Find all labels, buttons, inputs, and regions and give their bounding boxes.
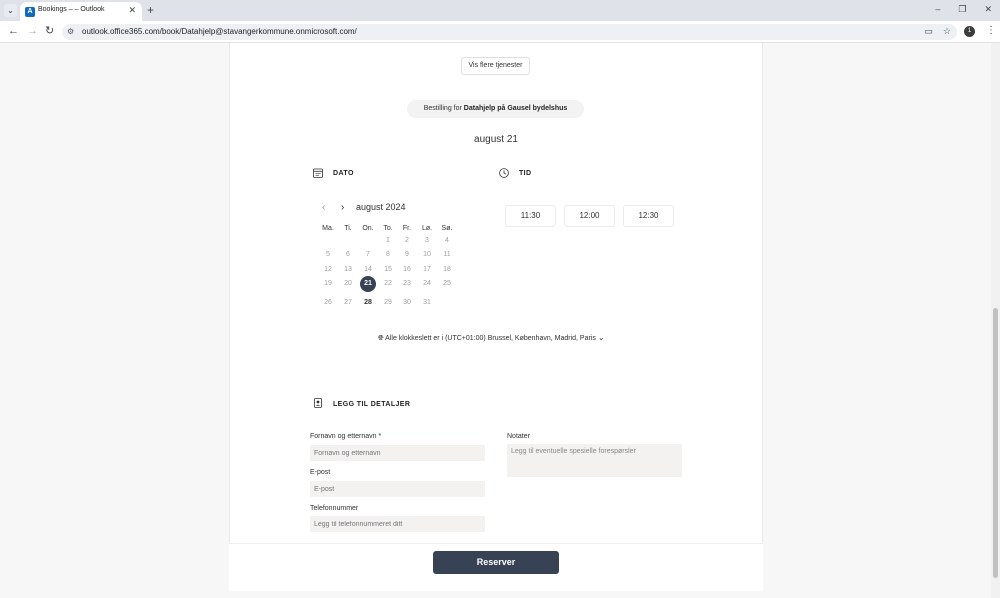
calendar-day: 22 [384,280,392,287]
browser-tab[interactable]: A Bookings – – Outlook ✕ [20,2,142,21]
weekday-label: Sø. [441,225,453,232]
profile-avatar[interactable]: 1 [964,26,975,37]
calendar-day: 9 [405,251,409,258]
close-window-icon[interactable]: ✕ [984,4,992,15]
notes-label: Notater [507,433,530,440]
chevron-down-icon: ⌄ [597,333,605,342]
calendar-day: 26 [324,299,332,306]
browser-toolbar: ← → ↻ ⚙ outlook.office365.com/book/Datah… [0,21,1000,43]
reserve-button[interactable]: Reserver [433,551,559,574]
calendar-day: 5 [326,251,330,258]
timezone-value: (UTC+01:00) Brussel, København, Madrid, … [445,335,596,342]
timezone-prefix: Alle klokkeslett er i [385,335,444,342]
calendar-day[interactable]: 28 [360,295,376,311]
calendar-day: 31 [423,299,431,306]
globe-icon: 🌐︎ [378,335,384,342]
calendar-day: 25 [443,280,451,287]
booking-for-prefix: Bestilling for [423,105,462,112]
tab-close-icon[interactable]: ✕ [128,5,136,16]
window-controls: – ❐ ✕ [935,4,992,15]
selected-date-heading: august 21 [474,134,518,145]
weekday-label: Fr. [402,225,412,232]
minimize-icon[interactable]: – [935,4,940,15]
outlook-favicon-icon: A [25,7,35,17]
time-slot-button[interactable]: 12:30 [623,205,674,227]
tab-title: Bookings – – Outlook [38,6,105,13]
notes-textarea[interactable]: Legg til eventuelle spesielle forespørsl… [507,444,682,477]
date-section-title: DATO [333,170,354,177]
phone-input[interactable] [310,516,485,532]
weekday-label: Ma. [322,225,334,232]
page-scrollbar[interactable] [991,43,1000,598]
calendar-month-label: august 2024 [356,202,406,212]
next-month-chevron-icon[interactable]: › [341,202,344,213]
calendar-day: 30 [403,299,411,306]
calendar-day: 10 [423,251,431,258]
calendar-day: 24 [423,280,431,287]
name-input[interactable] [310,445,485,461]
calendar-day: 6 [346,251,350,258]
calendar-day: 8 [386,251,390,258]
scrollbar-thumb[interactable] [993,308,998,578]
site-info-icon[interactable]: ⚙ [67,27,74,36]
calendar-day: 19 [324,280,332,287]
bookmark-star-icon[interactable]: ☆ [943,26,951,37]
contact-card-icon [314,398,322,408]
calendar-day: 11 [443,251,451,258]
calendar-day: 7 [366,251,370,258]
back-arrow-icon[interactable]: ← [8,25,19,38]
forward-arrow-icon[interactable]: → [27,25,38,38]
weekday-label: To. [383,225,393,232]
browser-tab-strip: ⌄ A Bookings – – Outlook ✕ + – ❐ ✕ [0,0,1000,21]
timezone-row[interactable]: 🌐︎ Alle klokkeslett er i (UTC+01:00) Bru… [378,333,605,343]
name-label: Fornavn og etternavn * [310,433,382,440]
more-services-button[interactable]: Vis flere tjenester [461,57,530,75]
browser-menu-icon[interactable]: ⋮ [986,25,996,36]
restore-icon[interactable]: ❐ [958,4,966,15]
clock-icon [499,168,509,178]
email-input[interactable] [310,481,485,497]
time-section-title: TID [519,170,532,177]
tab-search-chevron-icon[interactable]: ⌄ [4,4,17,17]
details-section-title: LEGG TIL DETALJER [333,401,411,408]
calendar-day: 23 [403,280,411,287]
reload-icon[interactable]: ↻ [45,25,54,38]
calendar-day: 20 [344,280,352,287]
calendar-day: 27 [344,299,352,306]
previous-month-chevron-icon[interactable]: ‹ [322,202,325,213]
weekday-label: Lø. [421,225,433,232]
booking-service-name: Datahjelp på Gausel bydelshus [463,105,568,112]
time-slot-button[interactable]: 11:30 [505,205,556,227]
calendar-icon [313,168,323,178]
weekday-label: On. [362,225,374,232]
weekday-label: Ti. [344,225,352,232]
phone-label: Telefonnummer [310,505,359,512]
cast-icon[interactable]: ▭ [924,26,933,37]
new-tab-plus-icon[interactable]: + [147,3,154,17]
calendar-day-selected[interactable]: 21 [360,276,376,292]
url-text: outlook.office365.com/book/Datahjelp@sta… [82,27,357,36]
email-label: E-post [310,469,331,476]
address-bar[interactable]: ⚙ outlook.office365.com/book/Datahjelp@s… [62,24,957,40]
booking-for-pill: Bestilling for Datahjelp på Gausel bydel… [407,100,584,118]
booking-card [229,43,763,543]
time-slot-button[interactable]: 12:00 [564,205,615,227]
calendar-day: 29 [384,299,392,306]
